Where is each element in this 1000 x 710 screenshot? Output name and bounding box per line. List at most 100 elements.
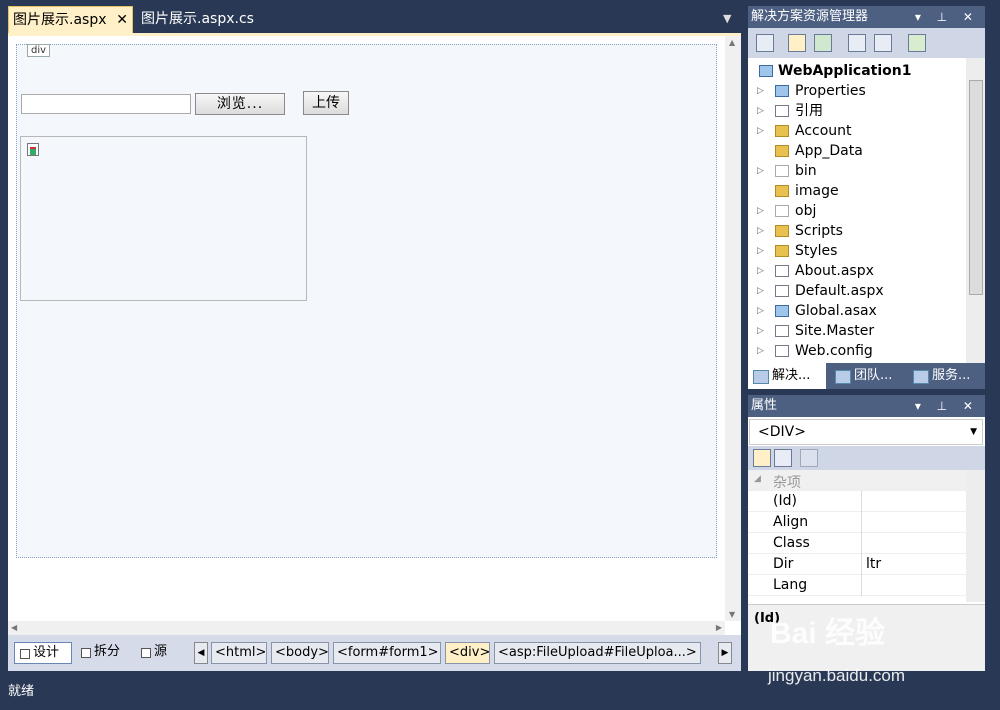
asax-file-icon	[775, 305, 789, 317]
tab-server-explorer[interactable]: 服务...	[908, 363, 985, 389]
tree-item-image[interactable]: image	[748, 181, 966, 201]
master-file-icon	[775, 325, 789, 337]
tree-item-site-master[interactable]: ▷ Site.Master	[748, 321, 966, 341]
design-editor: div 浏览... 上传 ▲ ▼ ◀ ▶	[8, 33, 741, 635]
watermark-logo: Bai 经验	[770, 617, 886, 650]
project-icon	[759, 65, 773, 77]
property-row[interactable]: (Id)	[748, 491, 966, 512]
references-icon	[775, 105, 789, 117]
object-select[interactable]: <DIV> ▼	[749, 419, 983, 445]
chevron-down-icon: ▼	[970, 427, 977, 437]
tree-item-bin[interactable]: ▷ bin	[748, 161, 966, 181]
config-file-icon	[775, 345, 789, 357]
breadcrumb-body[interactable]: <body>	[271, 642, 329, 664]
breadcrumb-div[interactable]: <div>	[445, 642, 490, 664]
file-upload-input[interactable]	[21, 94, 191, 114]
broken-image-icon	[27, 143, 39, 156]
tab-aspx-cs[interactable]: 图片展示.aspx.cs	[137, 6, 262, 33]
copy-website-icon[interactable]	[908, 34, 926, 52]
folder-icon	[775, 145, 789, 157]
property-category[interactable]: ◢ 杂项	[748, 470, 966, 491]
solution-explorer-title: 解决方案资源管理器 ▾ ⊥ ✕	[748, 6, 985, 28]
scroll-right-icon[interactable]: ▶	[716, 623, 722, 632]
aspx-file-icon	[775, 285, 789, 297]
editor-horizontal-scrollbar[interactable]: ◀ ▶	[8, 621, 725, 635]
folder-icon	[775, 225, 789, 237]
tree-item-default[interactable]: ▷ Default.aspx	[748, 281, 966, 301]
show-all-files-icon[interactable]	[788, 34, 806, 52]
folder-icon	[775, 185, 789, 197]
project-node[interactable]: WebApplication1	[748, 61, 966, 81]
properties-title: 属性 ▾ ⊥ ✕	[748, 395, 985, 417]
breadcrumb-form[interactable]: <form#form1>	[333, 642, 441, 664]
image-control[interactable]	[20, 136, 307, 301]
design-view-button[interactable]: 设计	[14, 642, 72, 664]
folder-icon	[775, 165, 789, 177]
property-row[interactable]: Dir ltr	[748, 554, 966, 575]
scroll-left-icon[interactable]: ◀	[11, 623, 17, 632]
breadcrumb-next-icon[interactable]: ▶	[718, 642, 732, 664]
tree-item-about[interactable]: ▷ About.aspx	[748, 261, 966, 281]
view-bar: 设计 拆分 源 ◀ <html> <body> <form#form1> <di…	[8, 635, 741, 671]
tab-aspx[interactable]: 图片展示.aspx ✕	[8, 6, 133, 33]
scroll-up-icon[interactable]: ▲	[729, 38, 735, 47]
upload-button[interactable]: 上传	[303, 91, 349, 115]
div-tag-label: div	[27, 44, 51, 57]
categorized-icon[interactable]	[753, 449, 771, 467]
properties-folder-icon	[775, 85, 789, 97]
explorer-tabs: 解决... 团队... 服务...	[748, 363, 985, 389]
tree-item-properties[interactable]: ▷ Properties	[748, 81, 966, 101]
scroll-down-icon[interactable]: ▼	[729, 610, 735, 619]
properties-icon[interactable]	[756, 34, 774, 52]
view-code-icon[interactable]	[848, 34, 866, 52]
object-select-value: <DIV>	[758, 424, 806, 440]
tab-solution-explorer[interactable]: 解决...	[748, 363, 826, 389]
tab-team-explorer[interactable]: 团队...	[830, 363, 906, 389]
tree-scroll-thumb[interactable]	[969, 80, 983, 295]
property-scrollbar[interactable]	[966, 470, 985, 602]
tree-item-scripts[interactable]: ▷ Scripts	[748, 221, 966, 241]
tree-item-obj[interactable]: ▷ obj	[748, 201, 966, 221]
solution-explorer: 解决方案资源管理器 ▾ ⊥ ✕ WebApplication1 ▷ Propert…	[748, 6, 985, 389]
editor-vertical-scrollbar[interactable]: ▲ ▼	[725, 36, 741, 621]
tree-item-account[interactable]: ▷ Account	[748, 121, 966, 141]
tree-item-global[interactable]: ▷ Global.asax	[748, 301, 966, 321]
breadcrumb-html[interactable]: <html>	[211, 642, 267, 664]
breadcrumb-prev-icon[interactable]: ◀	[194, 642, 208, 664]
view-designer-icon[interactable]	[874, 34, 892, 52]
property-pages-icon[interactable]	[800, 449, 818, 467]
folder-icon	[775, 125, 789, 137]
project-label: WebApplication1	[778, 63, 912, 79]
alphabetical-icon[interactable]	[774, 449, 792, 467]
property-row[interactable]: Lang	[748, 575, 966, 596]
tab-aspx-label: 图片展示.aspx	[13, 12, 107, 28]
tree-item-app-data[interactable]: App_Data	[748, 141, 966, 161]
split-view-button[interactable]: 拆分	[76, 642, 134, 664]
tree-item-references[interactable]: ▷ 引用	[748, 101, 966, 121]
panel-controls[interactable]: ▾ ⊥ ✕	[915, 395, 979, 417]
properties-toolbar	[748, 446, 985, 470]
chevron-down-icon[interactable]: ▼	[723, 12, 731, 25]
watermark-url: jingyan.baidu.com	[768, 666, 906, 685]
breadcrumb-fileupload[interactable]: <asp:FileUpload#FileUploa...>	[494, 642, 701, 664]
panel-controls[interactable]: ▾ ⊥ ✕	[915, 6, 979, 28]
tree-item-styles[interactable]: ▷ Styles	[748, 241, 966, 261]
solution-explorer-title-text: 解决方案资源管理器	[751, 9, 869, 24]
solution-tree: WebApplication1 ▷ Properties ▷ 引用 ▷ Account…	[748, 58, 966, 363]
close-icon[interactable]: ✕	[116, 7, 128, 34]
refresh-icon[interactable]	[814, 34, 832, 52]
tab-aspx-cs-label: 图片展示.aspx.cs	[141, 11, 254, 27]
document-tab-bar: 图片展示.aspx ✕ 图片展示.aspx.cs ▼	[0, 0, 745, 33]
property-row[interactable]: Class	[748, 533, 966, 554]
property-grid: ◢ 杂项 (Id) Align Class Dir ltr Lang	[748, 470, 966, 602]
browse-button[interactable]: 浏览...	[195, 93, 285, 115]
tree-scrollbar[interactable]	[966, 58, 985, 363]
tree-item-web-config[interactable]: ▷ Web.config	[748, 341, 966, 361]
design-surface[interactable]: div 浏览... 上传	[16, 44, 717, 558]
properties-title-text: 属性	[751, 398, 778, 413]
collapse-icon[interactable]: ◢	[754, 474, 761, 484]
folder-icon	[775, 245, 789, 257]
source-view-button[interactable]: 源	[136, 642, 176, 664]
aspx-file-icon	[775, 265, 789, 277]
property-row[interactable]: Align	[748, 512, 966, 533]
